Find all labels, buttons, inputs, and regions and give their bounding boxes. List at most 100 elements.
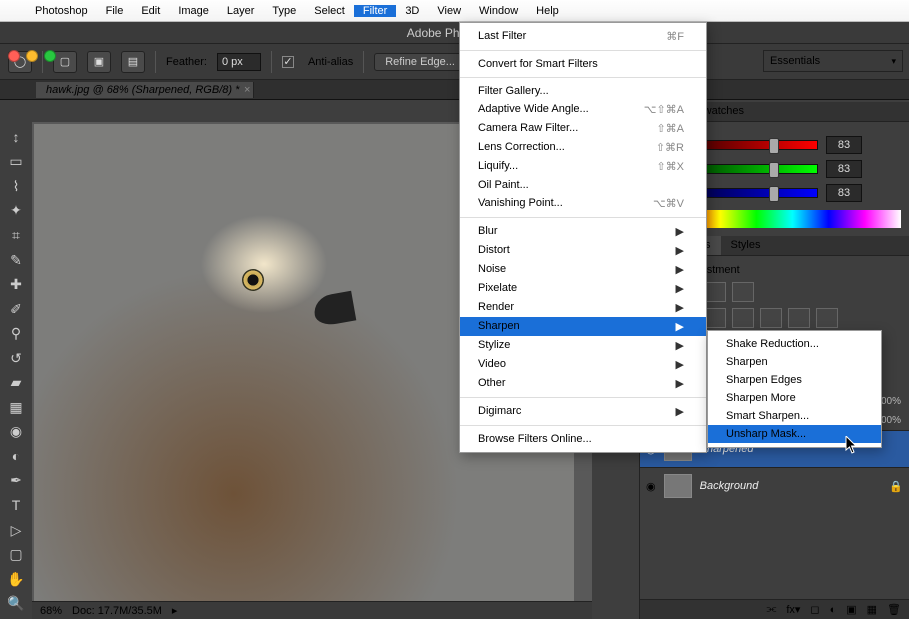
chevron-right-icon[interactable]: ▸	[172, 604, 178, 617]
menu-item-distort[interactable]: Distort▶	[460, 241, 706, 260]
value-red[interactable]: 83	[826, 136, 862, 154]
path-tool-icon[interactable]: ▷	[2, 519, 30, 542]
menu-item-sharpen-basic[interactable]: Sharpen	[708, 353, 881, 371]
photofilter-icon[interactable]	[760, 308, 782, 328]
menu-3d[interactable]: 3D	[396, 5, 428, 17]
refine-edge-button[interactable]: Refine Edge...	[374, 53, 466, 71]
workspace-switcher[interactable]: Essentials ▾	[763, 50, 903, 72]
pen-tool-icon[interactable]: ✒	[2, 470, 30, 493]
menu-item-liquify[interactable]: Liquify...⇧⌘X	[460, 157, 706, 176]
zoom-window-icon[interactable]	[44, 50, 56, 62]
feather-input[interactable]: 0 px	[217, 53, 261, 71]
menu-edit[interactable]: Edit	[132, 5, 169, 17]
selection-subtract-icon[interactable]: ▤	[121, 51, 145, 73]
blur-tool-icon[interactable]: ◉	[2, 421, 30, 444]
menu-item-digimarc[interactable]: Digimarc▶	[460, 402, 706, 421]
antialias-label: Anti-alias	[308, 56, 353, 68]
history-brush-tool-icon[interactable]: ↺	[2, 347, 30, 370]
menu-item-stylize[interactable]: Stylize▶	[460, 336, 706, 355]
visibility-icon[interactable]: ◉	[646, 480, 656, 493]
layer-thumb-icon	[664, 474, 692, 498]
menu-item-oil-paint[interactable]: Oil Paint...	[460, 176, 706, 194]
menu-item-smart-sharpen[interactable]: Smart Sharpen...	[708, 407, 881, 425]
hand-tool-icon[interactable]: ✋	[2, 568, 30, 591]
menu-image[interactable]: Image	[169, 5, 218, 17]
lookup-icon[interactable]	[816, 308, 838, 328]
gradient-tool-icon[interactable]: ▦	[2, 396, 30, 419]
move-tool-icon[interactable]: ↕	[2, 126, 30, 149]
healing-brush-tool-icon[interactable]: ✚	[2, 273, 30, 296]
menu-photoshop[interactable]: Photoshop	[26, 5, 97, 17]
shape-tool-icon[interactable]: ▢	[2, 543, 30, 566]
menu-item-sharpen-more[interactable]: Sharpen More	[708, 389, 881, 407]
menu-file[interactable]: File	[97, 5, 133, 17]
menu-view[interactable]: View	[428, 5, 470, 17]
tab-styles[interactable]: Styles	[721, 236, 771, 255]
document-tab-bar: hawk.jpg @ 68% (Sharpened, RGB/8) * ×	[0, 80, 909, 100]
curves-icon[interactable]	[704, 282, 726, 302]
document-tab[interactable]: hawk.jpg @ 68% (Sharpened, RGB/8) * ×	[36, 82, 254, 98]
close-window-icon[interactable]	[8, 50, 20, 62]
layer-name: Background	[700, 480, 759, 492]
menu-item-lens-correction[interactable]: Lens Correction...⇧⌘R	[460, 138, 706, 157]
trash-icon[interactable]: 🗑	[887, 603, 901, 616]
link-icon[interactable]: ⫘	[766, 603, 776, 616]
exposure-icon[interactable]	[732, 282, 754, 302]
feather-label: Feather:	[166, 56, 207, 68]
new-layer-icon[interactable]: ▦	[867, 603, 877, 616]
bw-icon[interactable]	[732, 308, 754, 328]
menu-item-render[interactable]: Render▶	[460, 298, 706, 317]
lock-icon: 🔒	[889, 480, 903, 493]
menu-item-blur[interactable]: Blur▶	[460, 222, 706, 241]
window-controls	[8, 50, 56, 62]
menu-item-camera-raw[interactable]: Camera Raw Filter...⇧⌘A	[460, 119, 706, 138]
menu-item-sharpen[interactable]: Sharpen▶	[460, 317, 706, 336]
mask-icon[interactable]: ◻	[810, 603, 819, 616]
menu-layer[interactable]: Layer	[218, 5, 264, 17]
minimize-window-icon[interactable]	[26, 50, 38, 62]
menu-help[interactable]: Help	[527, 5, 568, 17]
value-green[interactable]: 83	[826, 160, 862, 178]
zoom-tool-icon[interactable]: 🔍	[2, 592, 30, 615]
zoom-level[interactable]: 68%	[40, 605, 62, 617]
menu-item-unsharp-mask[interactable]: Unsharp Mask...	[708, 425, 881, 443]
menu-item-convert-smart[interactable]: Convert for Smart Filters	[460, 55, 706, 73]
stamp-tool-icon[interactable]: ⚲	[2, 322, 30, 345]
doc-size: Doc: 17.7M/35.5M	[72, 605, 162, 617]
menu-item-shake-reduction[interactable]: Shake Reduction...	[708, 335, 881, 353]
balance-icon[interactable]	[704, 308, 726, 328]
brush-tool-icon[interactable]: ✐	[2, 298, 30, 321]
menu-item-pixelate[interactable]: Pixelate▶	[460, 279, 706, 298]
eraser-tool-icon[interactable]: ▰	[2, 371, 30, 394]
crop-tool-icon[interactable]: ⌗	[2, 224, 30, 247]
magic-wand-tool-icon[interactable]: ✦	[2, 200, 30, 223]
selection-add-icon[interactable]: ▣	[87, 51, 111, 73]
close-tab-icon[interactable]: ×	[244, 84, 250, 96]
adjustment-layer-icon[interactable]: ◐	[830, 604, 837, 616]
menu-item-noise[interactable]: Noise▶	[460, 260, 706, 279]
eyedropper-tool-icon[interactable]: ✎	[2, 249, 30, 272]
menu-item-filter-gallery[interactable]: Filter Gallery...	[460, 82, 706, 100]
tool-panel: ↕ ▭ ⌇ ✦ ⌗ ✎ ✚ ✐ ⚲ ↺ ▰ ▦ ◉ ◐ ✒ T ▷ ▢ ✋ 🔍	[0, 122, 32, 619]
value-blue[interactable]: 83	[826, 184, 862, 202]
lasso-tool-icon[interactable]: ⌇	[2, 175, 30, 198]
antialias-checkbox[interactable]: ✓	[282, 56, 294, 68]
menu-select[interactable]: Select	[305, 5, 354, 17]
fx-icon[interactable]: fx▾	[786, 603, 800, 616]
group-icon[interactable]: ▣	[846, 603, 856, 616]
menu-filter[interactable]: Filter	[354, 5, 396, 17]
dodge-tool-icon[interactable]: ◐	[2, 445, 30, 468]
selection-new-icon[interactable]: ▢	[53, 51, 77, 73]
menu-item-video[interactable]: Video▶	[460, 355, 706, 374]
menu-type[interactable]: Type	[263, 5, 305, 17]
mixer-icon[interactable]	[788, 308, 810, 328]
menu-item-browse-filters[interactable]: Browse Filters Online...	[460, 430, 706, 448]
menu-item-other[interactable]: Other▶	[460, 374, 706, 393]
menu-item-adaptive-wide-angle[interactable]: Adaptive Wide Angle...⌥⇧⌘A	[460, 100, 706, 119]
menu-item-sharpen-edges[interactable]: Sharpen Edges	[708, 371, 881, 389]
menu-item-vanishing-point[interactable]: Vanishing Point...⌥⌘V	[460, 194, 706, 213]
menu-window[interactable]: Window	[470, 5, 527, 17]
layer-row-background[interactable]: ◉ Background 🔒	[640, 467, 909, 504]
type-tool-icon[interactable]: T	[2, 494, 30, 517]
marquee-tool-icon[interactable]: ▭	[2, 151, 30, 174]
